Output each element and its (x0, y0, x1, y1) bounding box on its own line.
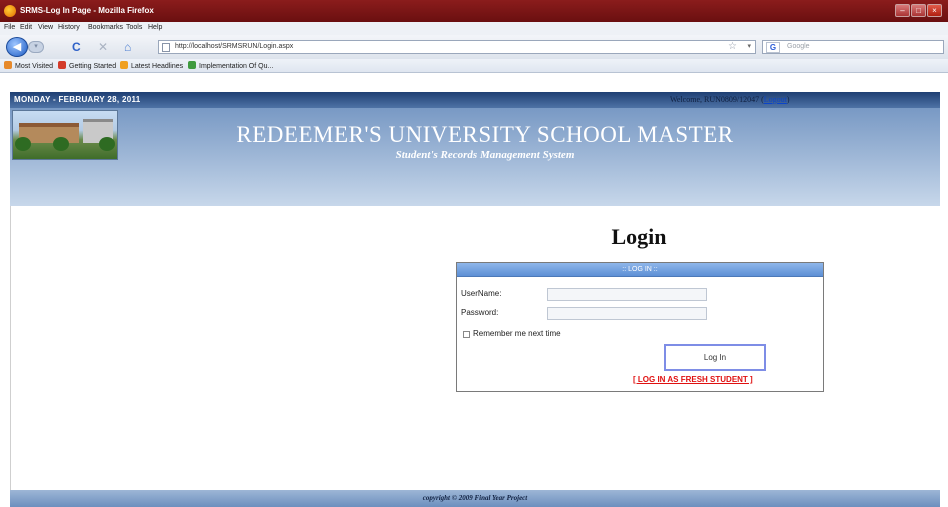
menu-help[interactable]: Help (148, 24, 162, 31)
page-footer: copyright © 2009 Final Year Project (10, 490, 940, 507)
bookmark-label: Latest Headlines (131, 63, 184, 70)
reload-icon[interactable]: C (72, 40, 81, 54)
bookmark-label: Implementation Of Qu... (199, 63, 274, 70)
menu-bookmarks[interactable]: Bookmarks (88, 24, 123, 31)
colorful-tile-icon (188, 61, 196, 69)
logout-link[interactable]: Logout (764, 95, 787, 104)
search-bar[interactable]: G Google (762, 40, 944, 54)
password-label: Password: (461, 308, 499, 317)
search-placeholder: Google (787, 43, 810, 50)
password-field[interactable] (547, 307, 707, 320)
home-icon[interactable]: ⌂ (124, 40, 131, 54)
url-text: http://localhost/SRMSRUN/Login.aspx (175, 43, 294, 50)
menu-view[interactable]: View (38, 24, 53, 31)
google-icon[interactable]: G (766, 42, 780, 53)
bookmark-star-icon[interactable]: ☆ (728, 41, 737, 52)
menu-edit[interactable]: Edit (20, 24, 32, 31)
page-icon (162, 43, 170, 52)
getting-started-icon (58, 61, 66, 69)
close-icon[interactable]: × (927, 4, 942, 17)
username-label: UserName: (461, 289, 502, 298)
bookmark-getting-started[interactable]: Getting Started (58, 61, 116, 70)
menu-tools[interactable]: Tools (126, 24, 142, 31)
firefox-icon (4, 61, 12, 69)
maximize-icon[interactable]: □ (911, 4, 926, 17)
current-date: MONDAY - FEBRUARY 28, 2011 (14, 95, 141, 104)
site-subtitle: Student's Records Management System (395, 149, 575, 161)
welcome-message: Welcome, RUN0809/12047 (Logout) (670, 95, 790, 104)
browser-title-bar: SRMS-Log In Page - Mozilla Firefox – □ × (0, 0, 948, 22)
menu-bar: File Edit View History Bookmarks Tools H… (0, 22, 948, 35)
minimize-icon[interactable]: – (895, 4, 910, 17)
bookmark-implementation[interactable]: Implementation Of Qu... (188, 61, 273, 70)
remember-me-checkbox[interactable] (463, 331, 470, 338)
page-title: Login (611, 224, 667, 249)
rss-icon (120, 61, 128, 69)
navigation-toolbar: ◀ ▾ C ✕ ⌂ http://localhost/SRMSRUN/Login… (0, 35, 948, 59)
address-bar[interactable]: http://localhost/SRMSRUN/Login.aspx ☆ ▾ (158, 40, 756, 54)
firefox-icon (4, 5, 16, 17)
login-panel-header: :: LOG IN :: (457, 263, 823, 277)
welcome-suffix: ) (786, 95, 790, 104)
main-content: Login :: LOG IN :: UserName: Password: R… (10, 206, 940, 490)
menu-history[interactable]: History (58, 24, 80, 31)
login-panel: :: LOG IN :: UserName: Password: Remembe… (456, 262, 824, 392)
username-field[interactable] (547, 288, 707, 301)
menu-file[interactable]: File (4, 24, 15, 31)
forward-dropdown-icon[interactable]: ▾ (28, 41, 44, 53)
bookmark-label: Most Visited (15, 63, 53, 70)
copyright-text: copyright © 2009 Final Year Project (422, 494, 528, 502)
fresh-student-login-link[interactable]: [ LOG IN AS FRESH STUDENT ] (633, 375, 753, 384)
site-title: REDEEMER'S UNIVERSITY SCHOOL MASTER (236, 122, 734, 147)
bookmark-most-visited[interactable]: Most Visited (4, 61, 53, 70)
window-title: SRMS-Log In Page - Mozilla Firefox (20, 6, 154, 15)
login-panel-title: :: LOG IN :: (622, 266, 658, 273)
site-header: MONDAY - FEBRUARY 28, 2011 Welcome, RUN0… (10, 92, 940, 206)
remember-me-label: Remember me next time (473, 329, 561, 338)
bookmark-label: Getting Started (69, 63, 117, 70)
chevron-down-icon[interactable]: ▾ (747, 42, 751, 50)
welcome-text: Welcome, RUN0809/12047 ( (670, 95, 764, 104)
date-bar: MONDAY - FEBRUARY 28, 2011 Welcome, RUN0… (10, 92, 940, 108)
stop-icon[interactable]: ✕ (98, 40, 108, 54)
login-button[interactable]: Log In (664, 344, 766, 371)
bookmarks-toolbar: Most Visited Getting Started Latest Head… (0, 59, 948, 73)
back-arrow-icon[interactable]: ◀ (6, 37, 28, 57)
bookmark-latest-headlines[interactable]: Latest Headlines (120, 61, 183, 70)
